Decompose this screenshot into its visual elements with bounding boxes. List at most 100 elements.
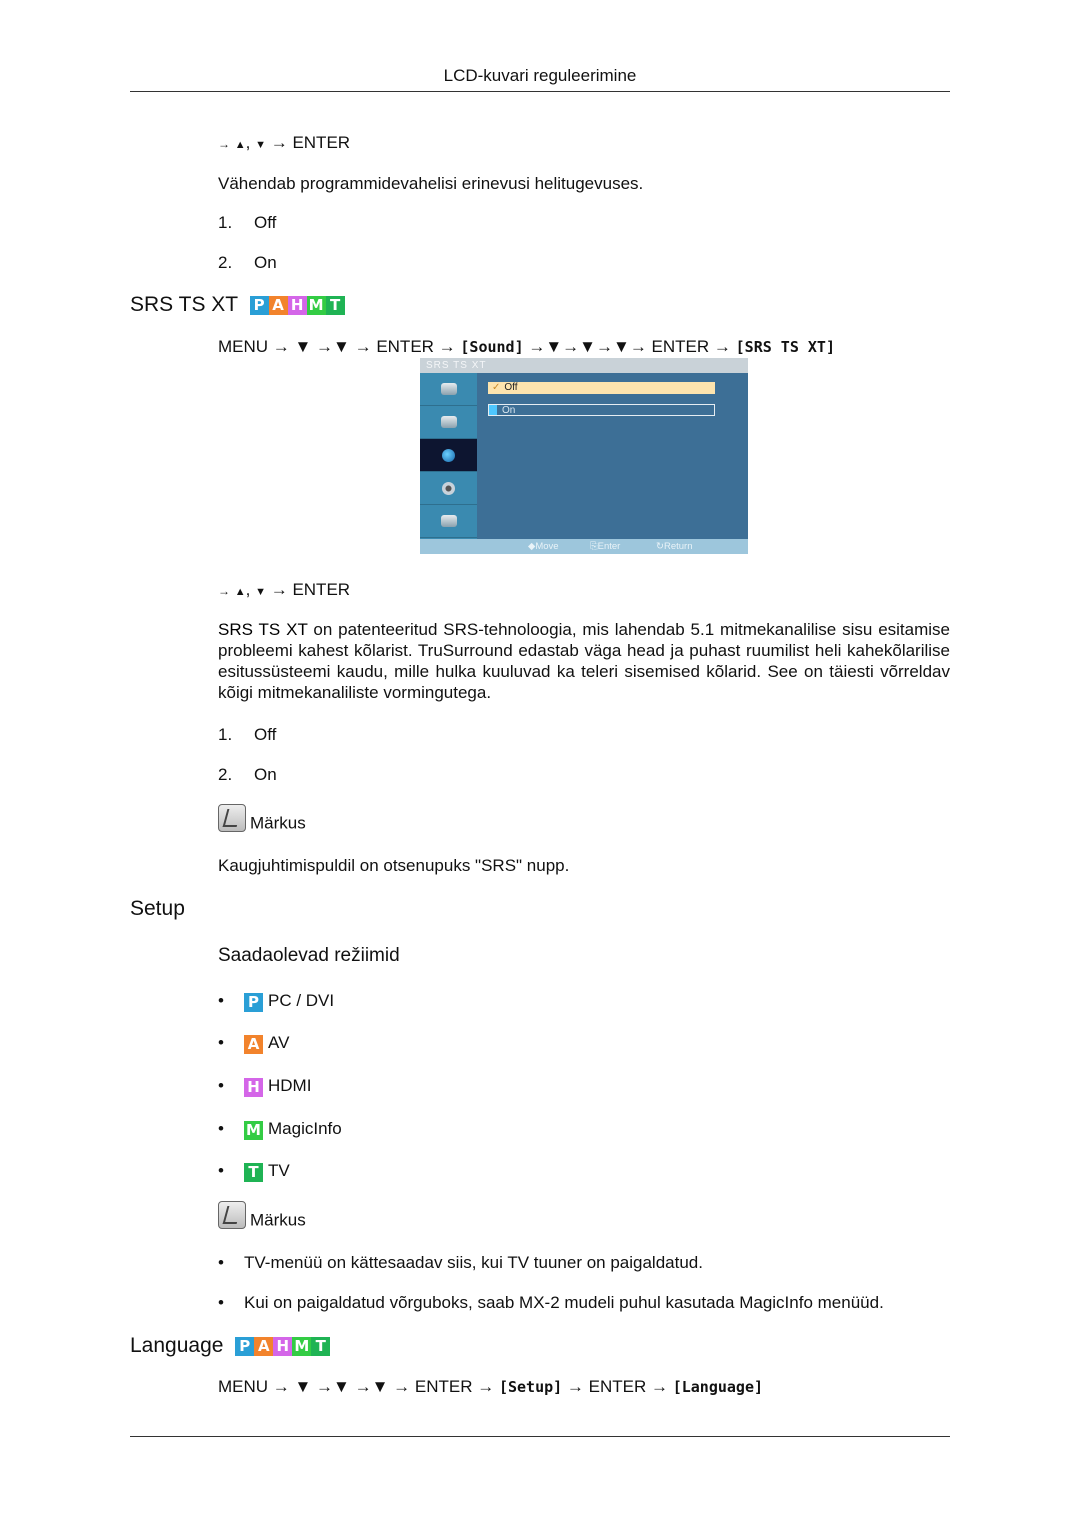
osd-setup-item (420, 472, 477, 505)
option-label: Off (254, 213, 277, 232)
bullet: • (218, 1076, 224, 1095)
bullet: • (218, 1033, 224, 1052)
mode-badges: P A H M T (235, 1336, 331, 1356)
osd-title: SRS TS XT (420, 358, 748, 373)
mode-label: HDMI (268, 1076, 312, 1095)
enter-label: Enter (597, 541, 621, 552)
osd-picture-item (420, 373, 477, 406)
path-language: [Language] (672, 1378, 764, 1396)
path-prefix: MENU → ▼ →▼ → ENTER → (218, 337, 456, 356)
mode-label: PC / DVI (268, 991, 335, 1010)
screen-icon (440, 416, 457, 428)
osd-input-item (420, 406, 477, 439)
magicinfo-mode-icon: M (292, 1336, 312, 1356)
separator: , (245, 133, 251, 152)
av-mode-icon: A (254, 1336, 274, 1356)
triangle-up-icon: ▲ (234, 139, 246, 151)
available-modes-heading: Saadaolevad režiimid (218, 945, 400, 966)
osd-option-on: On (488, 404, 715, 416)
triangle-down-icon: ▼ (255, 139, 266, 151)
tv-mode-icon: T (311, 1336, 331, 1356)
nav-instruction: → ▲, ▼ → ENTER (218, 579, 350, 603)
mode-label: TV (268, 1161, 290, 1180)
magicinfo-mode-icon: M (244, 1121, 263, 1140)
osd-multi-item (420, 505, 477, 538)
note-item: • TV-menüü on kättesaadav siis, kui TV tu… (218, 1252, 703, 1274)
note-text: Kaugjuhtimispuldil on otsenupuks "SRS" n… (218, 856, 570, 875)
note-item-text: TV-menüü on kättesaadav siis, kui TV tuu… (244, 1253, 703, 1272)
mode-label: AV (268, 1033, 290, 1052)
mode-item: • H HDMI (218, 1075, 311, 1097)
srs-menu-path: MENU → ▼ →▼ → ENTER → [Sound] →▼→▼→▼→ EN… (218, 336, 835, 358)
option-label: On (254, 253, 277, 272)
bullet: • (218, 1293, 224, 1312)
bullet: • (218, 1161, 224, 1180)
separator: , (245, 580, 251, 599)
setup-heading: Setup (130, 897, 185, 920)
mode-item: • T TV (218, 1160, 290, 1182)
mode-label: MagicInfo (268, 1119, 342, 1138)
option-item: 2. On (218, 252, 277, 274)
monitor-icon (440, 515, 457, 527)
osd-option-off: ✓ Off (488, 382, 715, 394)
arrow-right-icon: → (218, 137, 230, 151)
osd-option-label: On (502, 405, 516, 416)
bullet: • (218, 991, 224, 1010)
srs-heading: SRS TS XT P A H M T (130, 292, 345, 318)
note-heading: Märkus (218, 1201, 306, 1231)
option-number: 1. (218, 725, 233, 744)
option-item: 1. Off (218, 724, 276, 746)
path-srs: [SRS TS XT] (735, 338, 835, 356)
mode-item: • A AV (218, 1032, 289, 1054)
srs-lead: SRS TS XT (218, 620, 308, 639)
pc-mode-icon: P (249, 295, 269, 315)
note-item-text: Kui on paigaldatud võrguboks, saab MX-2 … (244, 1293, 884, 1312)
section-description: Vähendab programmidevahelisi erinevusi h… (218, 174, 644, 193)
gear-icon (442, 481, 455, 495)
srs-description: SRS TS XT on patenteeritud SRS-tehnoloog… (218, 619, 950, 703)
arrow-right-icon: → (218, 584, 230, 598)
check-icon: ✓ (492, 382, 501, 393)
pc-mode-icon: P (235, 1336, 255, 1356)
language-menu-path: MENU → ▼ →▼ →▼ → ENTER → [Setup] → ENTER… (218, 1376, 763, 1398)
return-label: Return (663, 541, 693, 552)
note-label: Märkus (250, 1210, 306, 1230)
triangle-up-icon: ▲ (234, 586, 246, 598)
note-pencil-icon (218, 804, 246, 832)
hdmi-mode-icon: H (244, 1078, 263, 1097)
osd-footer: ◆ Move ⎘ Enter ↻ Return (420, 539, 748, 554)
language-heading: Language P A H M T (130, 1333, 331, 1359)
note-item: • Kui on paigaldatud võrguboks, saab MX-2… (218, 1292, 884, 1314)
pc-mode-icon: P (244, 993, 263, 1012)
path-middle: → ENTER → (566, 1377, 668, 1396)
path-prefix: MENU → ▼ →▼ →▼ → ENTER → (218, 1377, 495, 1396)
mode-item: • P PC / DVI (218, 990, 334, 1012)
enter-hint: ⎘ Enter (590, 541, 621, 552)
triangle-down-icon: ▼ (255, 586, 266, 598)
magicinfo-mode-icon: M (306, 295, 326, 315)
option-label: Off (254, 725, 277, 744)
move-hint: ◆ Move (528, 541, 559, 552)
enter-label: → ENTER (270, 580, 351, 599)
option-item: 2. On (218, 764, 277, 786)
option-number: 1. (218, 213, 233, 232)
hdmi-mode-icon: H (287, 295, 307, 315)
mode-badges: P A H M T (249, 295, 345, 315)
header-divider (130, 91, 950, 92)
enter-label: → ENTER (270, 133, 351, 152)
osd-screenshot: SRS TS XT ✓ Off On ◆ Move ⎘ Enter ↻ Retur… (420, 358, 748, 554)
bullet: • (218, 1119, 224, 1138)
footer-divider (130, 1436, 950, 1437)
return-hint: ↻ Return (656, 541, 693, 552)
av-mode-icon: A (244, 1035, 263, 1054)
option-marker (489, 405, 497, 415)
tv-mode-icon: T (244, 1163, 263, 1182)
option-item: 1. Off (218, 212, 276, 234)
move-label: Move (535, 541, 559, 552)
hdmi-mode-icon: H (273, 1336, 293, 1356)
osd-sound-item (420, 439, 477, 472)
path-middle: →▼→▼→▼→ ENTER → (528, 337, 731, 356)
satellite-icon (440, 383, 457, 395)
path-sound: [Sound] (460, 338, 524, 356)
note-label: Märkus (250, 813, 306, 833)
